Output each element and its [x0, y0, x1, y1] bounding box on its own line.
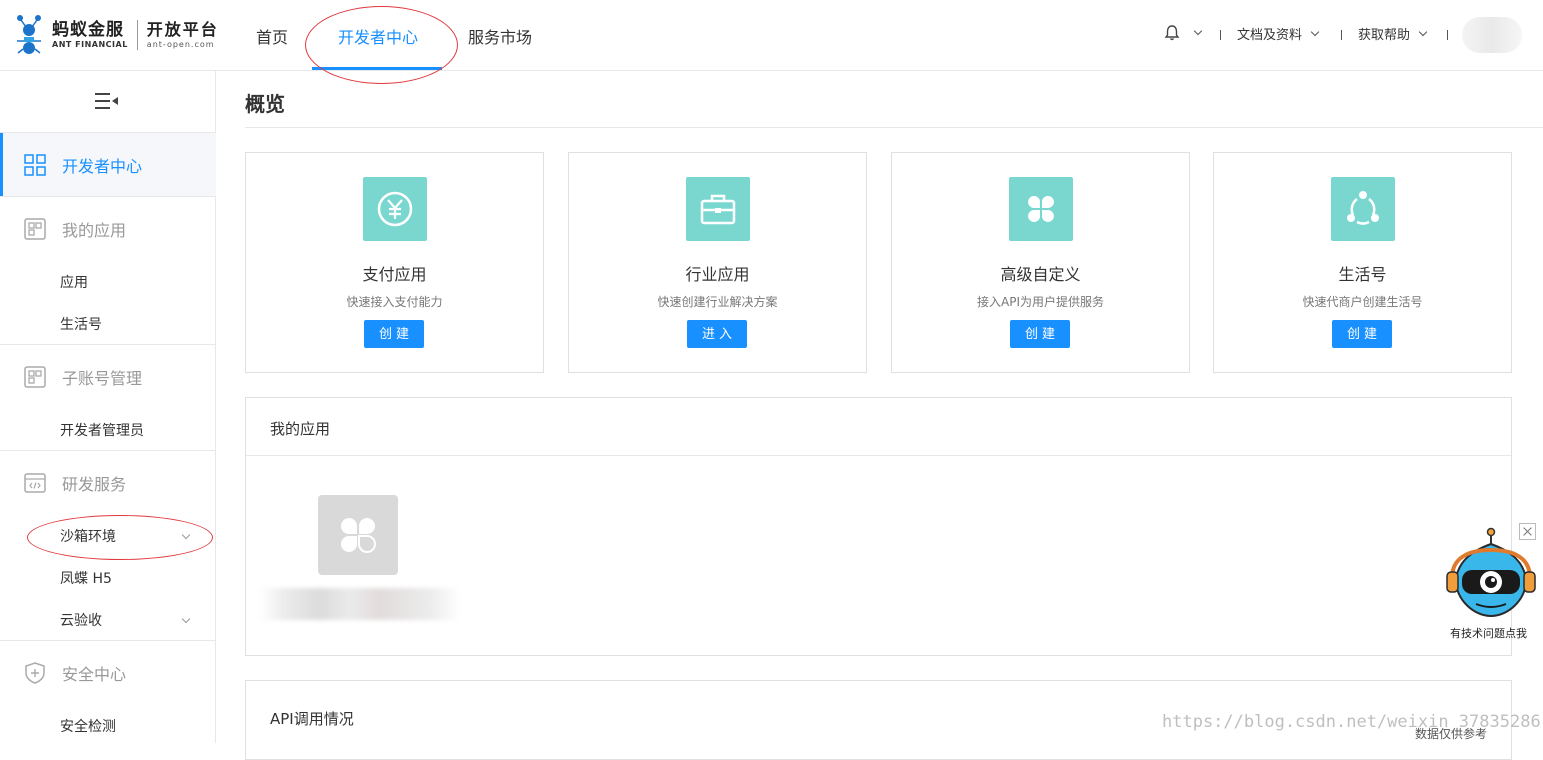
panel-title: API调用情况 — [270, 710, 354, 728]
help-menu-label: 获取帮助 — [1358, 28, 1411, 43]
clover-icon — [1028, 196, 1054, 222]
app-entry[interactable] — [318, 495, 398, 575]
clover-icon — [341, 518, 376, 553]
chevron-down-icon — [1418, 27, 1428, 36]
assistant-label[interactable]: 有技术问题点我 — [1450, 625, 1527, 641]
sidebar-item-developer-center[interactable]: 开发者中心 — [0, 133, 216, 197]
card-description: 快速接入支付能力 — [346, 295, 443, 309]
sidebar-item-label: 我的应用 — [62, 221, 127, 240]
card-lifestyle-account: 生活号 快速代商户创建生活号 创建 — [1213, 152, 1512, 373]
enter-industry-app-button[interactable]: 进入 — [687, 320, 747, 348]
sidebar-item-label: 安全中心 — [62, 665, 127, 684]
card-title: 高级自定义 — [1000, 265, 1081, 284]
header-divider — [1341, 30, 1342, 40]
top-header: 蚂蚁金服 ANT FINANCIAL 开放平台 ant-open.com 首页 … — [0, 0, 1543, 71]
sidebar-item-rd-services[interactable]: 研发服务 — [0, 451, 216, 515]
app-icon — [24, 218, 46, 240]
card-title: 行业应用 — [685, 265, 750, 284]
grid-icon — [24, 154, 46, 176]
sidebar: 开发者中心 我的应用 应用 生活号 子账号管理 开发者管理员 研发服务 沙箱环境… — [0, 71, 216, 743]
notification-button[interactable] — [1163, 24, 1203, 42]
header-divider — [1447, 30, 1448, 40]
nav-home[interactable]: 首页 — [256, 24, 288, 48]
app-icon — [24, 366, 46, 388]
docs-menu[interactable]: 文档及资料 — [1237, 24, 1320, 43]
brand-name: 蚂蚁金服 — [52, 20, 124, 40]
panel-title: 我的应用 — [270, 420, 331, 438]
card-payment-app: 支付应用 快速接入支付能力 创建 — [245, 152, 544, 373]
sidebar-subitem-security-check[interactable]: 安全检测 — [60, 716, 116, 736]
chevron-down-icon[interactable] — [181, 614, 191, 624]
briefcase-icon — [700, 194, 736, 225]
bell-icon — [1164, 25, 1180, 41]
brand-logo[interactable]: 蚂蚁金服 ANT FINANCIAL 开放平台 ant-open.com — [12, 12, 219, 58]
app-name-redacted — [260, 588, 460, 620]
sidebar-item-label: 子账号管理 — [62, 369, 143, 388]
user-avatar[interactable] — [1462, 17, 1522, 53]
card-icon-tile — [1331, 177, 1395, 241]
chevron-down-icon — [1310, 27, 1320, 36]
annotation-ellipse — [305, 6, 458, 84]
logo-divider — [136, 20, 138, 50]
nav-service-market[interactable]: 服务市场 — [468, 24, 532, 48]
sidebar-subitem-cloud-acceptance[interactable]: 云验收 — [60, 610, 102, 630]
card-advanced-custom: 高级自定义 接入API为用户提供服务 创建 — [891, 152, 1190, 373]
sidebar-subitem-apps[interactable]: 应用 — [60, 272, 88, 292]
sidebar-subitem-fengdie-h5[interactable]: 凤蝶 H5 — [60, 568, 112, 588]
card-title: 支付应用 — [362, 265, 427, 284]
header-divider — [1220, 30, 1221, 40]
sidebar-subitem-dev-admin[interactable]: 开发者管理员 — [60, 420, 144, 440]
sidebar-item-my-apps[interactable]: 我的应用 — [0, 197, 216, 261]
create-custom-app-button[interactable]: 创建 — [1010, 320, 1070, 348]
card-industry-app: 行业应用 快速创建行业解决方案 进入 — [568, 152, 867, 373]
sidebar-item-label: 开发者中心 — [62, 157, 143, 176]
card-icon-tile — [686, 177, 750, 241]
menu-fold-icon[interactable] — [95, 93, 119, 109]
card-description: 接入API为用户提供服务 — [977, 295, 1104, 309]
panel-divider — [246, 455, 1511, 456]
data-disclaimer: 数据仅供参考 — [1415, 727, 1488, 741]
sidebar-subitem-lifestyle[interactable]: 生活号 — [60, 314, 102, 334]
ant-logo-icon — [17, 15, 41, 54]
card-description: 快速创建行业解决方案 — [657, 295, 778, 309]
share-circle-icon — [1347, 191, 1379, 225]
title-divider — [245, 127, 1543, 128]
brand-name-en: ANT FINANCIAL — [52, 40, 128, 49]
card-title: 生活号 — [1338, 265, 1387, 284]
chevron-down-icon — [1193, 26, 1203, 36]
sidebar-item-label: 研发服务 — [62, 475, 127, 494]
page-title: 概览 — [245, 92, 285, 116]
platform-name: 开放平台 — [146, 20, 219, 39]
create-lifestyle-button[interactable]: 创建 — [1332, 320, 1392, 348]
yen-icon — [377, 191, 413, 227]
help-menu[interactable]: 获取帮助 — [1358, 24, 1428, 43]
annotation-ellipse — [27, 515, 213, 560]
robot-mascot-icon[interactable] — [1444, 520, 1539, 640]
card-description: 快速代商户创建生活号 — [1302, 295, 1423, 309]
my-apps-panel: 我的应用 — [245, 397, 1512, 656]
sidebar-item-security-center[interactable]: 安全中心 — [0, 641, 216, 705]
card-icon-tile — [1009, 177, 1073, 241]
sidebar-item-subaccounts[interactable]: 子账号管理 — [0, 345, 216, 409]
docs-menu-label: 文档及资料 — [1237, 28, 1303, 43]
create-payment-app-button[interactable]: 创建 — [364, 320, 424, 348]
card-icon-tile — [363, 177, 427, 241]
shield-icon — [25, 662, 45, 684]
platform-domain: ant-open.com — [146, 40, 215, 49]
code-window-icon — [24, 473, 46, 493]
